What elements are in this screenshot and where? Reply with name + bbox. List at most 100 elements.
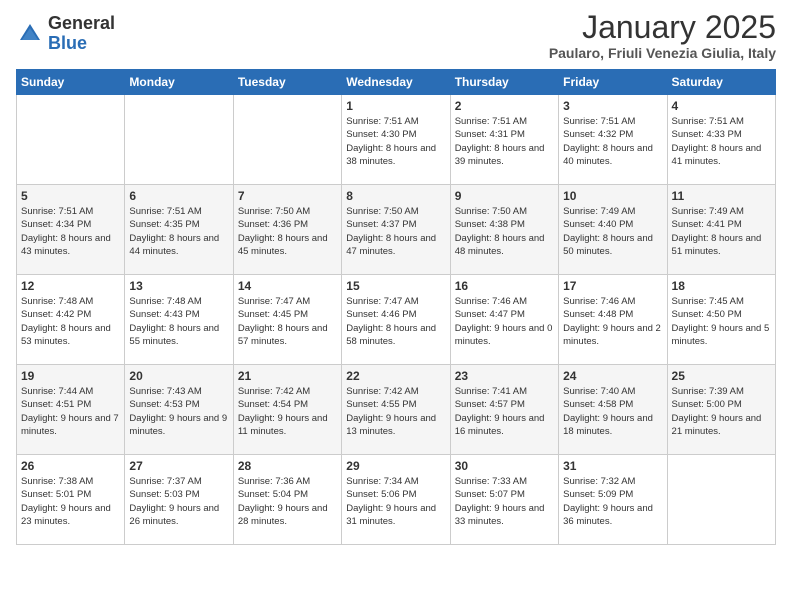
day-number: 10: [563, 189, 662, 203]
title-block: January 2025 Paularo, Friuli Venezia Giu…: [549, 10, 776, 61]
weekday-header-row: SundayMondayTuesdayWednesdayThursdayFrid…: [17, 70, 776, 95]
weekday-header-cell: Tuesday: [233, 70, 341, 95]
weekday-header-cell: Monday: [125, 70, 233, 95]
day-info: Sunrise: 7:42 AM Sunset: 4:55 PM Dayligh…: [346, 385, 445, 438]
day-info: Sunrise: 7:46 AM Sunset: 4:48 PM Dayligh…: [563, 295, 662, 348]
calendar-day-cell: 2Sunrise: 7:51 AM Sunset: 4:31 PM Daylig…: [450, 95, 558, 185]
day-number: 17: [563, 279, 662, 293]
day-number: 26: [21, 459, 120, 473]
day-number: 22: [346, 369, 445, 383]
calendar-table: SundayMondayTuesdayWednesdayThursdayFrid…: [16, 69, 776, 545]
weekday-header-cell: Wednesday: [342, 70, 450, 95]
logo-general: General: [48, 14, 115, 34]
weekday-header-cell: Friday: [559, 70, 667, 95]
day-number: 5: [21, 189, 120, 203]
day-number: 6: [129, 189, 228, 203]
day-number: 20: [129, 369, 228, 383]
day-info: Sunrise: 7:37 AM Sunset: 5:03 PM Dayligh…: [129, 475, 228, 528]
day-info: Sunrise: 7:36 AM Sunset: 5:04 PM Dayligh…: [238, 475, 337, 528]
day-info: Sunrise: 7:47 AM Sunset: 4:45 PM Dayligh…: [238, 295, 337, 348]
calendar-day-cell: 26 Sunrise: 7:38 AM Sunset: 5:01 PM Dayli…: [17, 455, 125, 545]
calendar-day-cell: 21Sunrise: 7:42 AM Sunset: 4:54 PM Dayli…: [233, 365, 341, 455]
day-info: Sunrise: 7:38 AM Sunset: 5:01 PM Dayligh…: [21, 475, 120, 528]
day-number: 7: [238, 189, 337, 203]
month-title: January 2025: [549, 10, 776, 45]
calendar-week-row: 12Sunrise: 7:48 AM Sunset: 4:42 PM Dayli…: [17, 275, 776, 365]
day-info: Sunrise: 7:51 AM Sunset: 4:35 PM Dayligh…: [129, 205, 228, 258]
calendar-day-cell: 3 Sunrise: 7:51 AM Sunset: 4:32 PM Daylig…: [559, 95, 667, 185]
calendar-day-cell: [17, 95, 125, 185]
day-info: Sunrise: 7:51 AM Sunset: 4:32 PM Dayligh…: [563, 115, 662, 168]
day-info: Sunrise: 7:51 AM Sunset: 4:33 PM Dayligh…: [672, 115, 771, 168]
day-info: Sunrise: 7:39 AM Sunset: 5:00 PM Dayligh…: [672, 385, 771, 438]
calendar-day-cell: 6 Sunrise: 7:51 AM Sunset: 4:35 PM Daylig…: [125, 185, 233, 275]
day-info: Sunrise: 7:34 AM Sunset: 5:06 PM Dayligh…: [346, 475, 445, 528]
day-number: 27: [129, 459, 228, 473]
day-info: Sunrise: 7:32 AM Sunset: 5:09 PM Dayligh…: [563, 475, 662, 528]
calendar-day-cell: 9 Sunrise: 7:50 AM Sunset: 4:38 PM Daylig…: [450, 185, 558, 275]
calendar-day-cell: 19 Sunrise: 7:44 AM Sunset: 4:51 PM Dayli…: [17, 365, 125, 455]
day-number: 21: [238, 369, 337, 383]
day-number: 14: [238, 279, 337, 293]
weekday-header-cell: Thursday: [450, 70, 558, 95]
calendar-day-cell: 11Sunrise: 7:49 AM Sunset: 4:41 PM Dayli…: [667, 185, 775, 275]
calendar-day-cell: 30Sunrise: 7:33 AM Sunset: 5:07 PM Dayli…: [450, 455, 558, 545]
day-info: Sunrise: 7:51 AM Sunset: 4:30 PM Dayligh…: [346, 115, 445, 168]
day-number: 30: [455, 459, 554, 473]
calendar-day-cell: [125, 95, 233, 185]
day-info: Sunrise: 7:49 AM Sunset: 4:40 PM Dayligh…: [563, 205, 662, 258]
day-number: 13: [129, 279, 228, 293]
day-number: 9: [455, 189, 554, 203]
calendar-day-cell: 28 Sunrise: 7:36 AM Sunset: 5:04 PM Dayli…: [233, 455, 341, 545]
day-info: Sunrise: 7:49 AM Sunset: 4:41 PM Dayligh…: [672, 205, 771, 258]
day-info: Sunrise: 7:48 AM Sunset: 4:42 PM Dayligh…: [21, 295, 120, 348]
calendar-day-cell: 7 Sunrise: 7:50 AM Sunset: 4:36 PM Daylig…: [233, 185, 341, 275]
calendar-day-cell: 24Sunrise: 7:40 AM Sunset: 4:58 PM Dayli…: [559, 365, 667, 455]
day-info: Sunrise: 7:44 AM Sunset: 4:51 PM Dayligh…: [21, 385, 120, 438]
calendar-day-cell: 29 Sunrise: 7:34 AM Sunset: 5:06 PM Dayli…: [342, 455, 450, 545]
calendar-day-cell: 18Sunrise: 7:45 AM Sunset: 4:50 PM Dayli…: [667, 275, 775, 365]
calendar-day-cell: 17 Sunrise: 7:46 AM Sunset: 4:48 PM Dayli…: [559, 275, 667, 365]
day-number: 4: [672, 99, 771, 113]
calendar-body: 1 Sunrise: 7:51 AM Sunset: 4:30 PM Daylig…: [17, 95, 776, 545]
day-number: 25: [672, 369, 771, 383]
calendar-day-cell: 8Sunrise: 7:50 AM Sunset: 4:37 PM Daylig…: [342, 185, 450, 275]
calendar-day-cell: 22 Sunrise: 7:42 AM Sunset: 4:55 PM Dayli…: [342, 365, 450, 455]
weekday-header-cell: Saturday: [667, 70, 775, 95]
calendar-day-cell: 1 Sunrise: 7:51 AM Sunset: 4:30 PM Daylig…: [342, 95, 450, 185]
day-info: Sunrise: 7:50 AM Sunset: 4:38 PM Dayligh…: [455, 205, 554, 258]
calendar-day-cell: 15Sunrise: 7:47 AM Sunset: 4:46 PM Dayli…: [342, 275, 450, 365]
day-number: 28: [238, 459, 337, 473]
page: General Blue January 2025 Paularo, Friul…: [0, 0, 792, 561]
day-number: 29: [346, 459, 445, 473]
day-info: Sunrise: 7:46 AM Sunset: 4:47 PM Dayligh…: [455, 295, 554, 348]
day-number: 23: [455, 369, 554, 383]
calendar-week-row: 1 Sunrise: 7:51 AM Sunset: 4:30 PM Daylig…: [17, 95, 776, 185]
day-info: Sunrise: 7:51 AM Sunset: 4:34 PM Dayligh…: [21, 205, 120, 258]
calendar-day-cell: 14 Sunrise: 7:47 AM Sunset: 4:45 PM Dayli…: [233, 275, 341, 365]
day-info: Sunrise: 7:40 AM Sunset: 4:58 PM Dayligh…: [563, 385, 662, 438]
logo: General Blue: [16, 14, 115, 54]
calendar-day-cell: 10 Sunrise: 7:49 AM Sunset: 4:40 PM Dayli…: [559, 185, 667, 275]
calendar-day-cell: 12Sunrise: 7:48 AM Sunset: 4:42 PM Dayli…: [17, 275, 125, 365]
logo-text: General Blue: [48, 14, 115, 54]
day-info: Sunrise: 7:50 AM Sunset: 4:36 PM Dayligh…: [238, 205, 337, 258]
day-number: 19: [21, 369, 120, 383]
day-number: 31: [563, 459, 662, 473]
header: General Blue January 2025 Paularo, Friul…: [16, 10, 776, 61]
weekday-header-cell: Sunday: [17, 70, 125, 95]
day-number: 16: [455, 279, 554, 293]
calendar-day-cell: 5 Sunrise: 7:51 AM Sunset: 4:34 PM Daylig…: [17, 185, 125, 275]
calendar-day-cell: 31 Sunrise: 7:32 AM Sunset: 5:09 PM Dayli…: [559, 455, 667, 545]
calendar-day-cell: [233, 95, 341, 185]
calendar-day-cell: 13 Sunrise: 7:48 AM Sunset: 4:43 PM Dayli…: [125, 275, 233, 365]
day-number: 2: [455, 99, 554, 113]
logo-icon: [16, 20, 44, 48]
calendar-week-row: 26 Sunrise: 7:38 AM Sunset: 5:01 PM Dayli…: [17, 455, 776, 545]
day-info: Sunrise: 7:48 AM Sunset: 4:43 PM Dayligh…: [129, 295, 228, 348]
day-number: 1: [346, 99, 445, 113]
day-number: 3: [563, 99, 662, 113]
calendar-day-cell: 23Sunrise: 7:41 AM Sunset: 4:57 PM Dayli…: [450, 365, 558, 455]
day-info: Sunrise: 7:45 AM Sunset: 4:50 PM Dayligh…: [672, 295, 771, 348]
day-info: Sunrise: 7:50 AM Sunset: 4:37 PM Dayligh…: [346, 205, 445, 258]
